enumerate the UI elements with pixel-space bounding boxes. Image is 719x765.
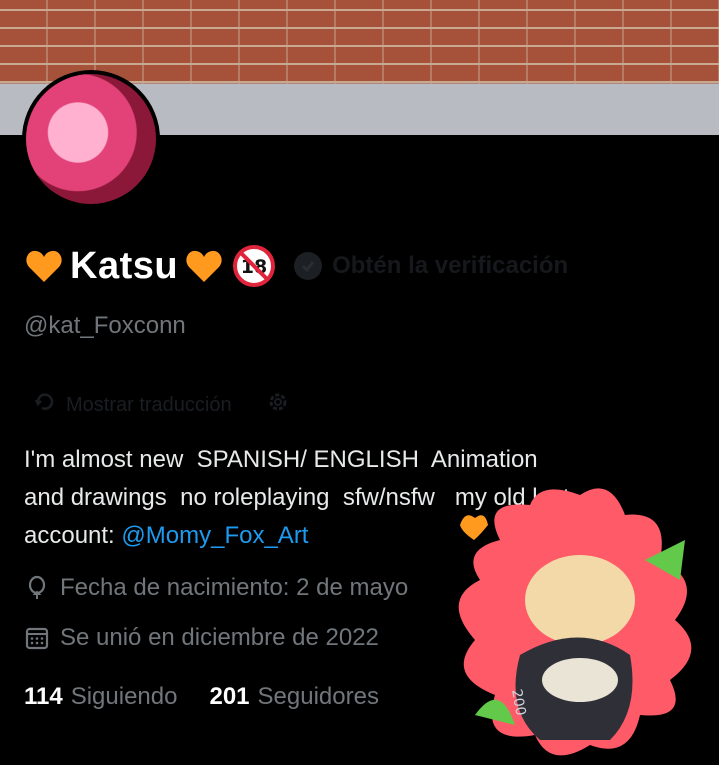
- translate-icon: [34, 391, 56, 419]
- avatar[interactable]: [22, 70, 160, 208]
- bio-mention-link[interactable]: @Momy_Fox_Art: [121, 522, 308, 549]
- joined-row: Se unió en diciembre de 2022: [24, 624, 379, 652]
- character-sticker-image: 200: [440, 480, 719, 765]
- following-label: Siguiendo: [70, 683, 178, 710]
- followers-count: 201: [209, 683, 250, 710]
- followers-link[interactable]: 201 Seguidores: [209, 683, 378, 711]
- birthday-text: Fecha de nacimiento: 2 de mayo: [60, 574, 409, 601]
- follow-stats: 114 Siguiendo 201 Seguidores: [24, 683, 379, 711]
- followers-label: Seguidores: [257, 683, 379, 710]
- get-verified-link[interactable]: Obtén la verificación: [294, 252, 568, 280]
- verified-badge-icon: [294, 252, 323, 280]
- gear-icon[interactable]: [266, 390, 290, 420]
- no-under-18-icon: 18: [232, 244, 276, 288]
- translate-bio-button[interactable]: Mostrar traducción: [34, 390, 290, 420]
- handle: @kat_Foxconn: [24, 312, 186, 339]
- joined-text: Se unió en diciembre de 2022: [60, 624, 379, 651]
- display-name: Katsu: [70, 244, 179, 287]
- birthday-row: Fecha de nacimiento: 2 de mayo: [24, 574, 408, 602]
- name-row: Katsu 18 Obtén la verificación: [24, 243, 568, 289]
- following-count: 114: [24, 683, 63, 710]
- calendar-icon: [24, 625, 50, 651]
- orange-heart-icon: [24, 246, 64, 286]
- balloon-icon: [24, 575, 50, 601]
- verify-label: Obtén la verificación: [332, 252, 569, 279]
- following-link[interactable]: 114 Siguiendo: [24, 683, 177, 711]
- translate-label: Mostrar traducción: [66, 393, 232, 416]
- orange-heart-icon: [184, 246, 224, 286]
- avatar-image: [26, 74, 156, 204]
